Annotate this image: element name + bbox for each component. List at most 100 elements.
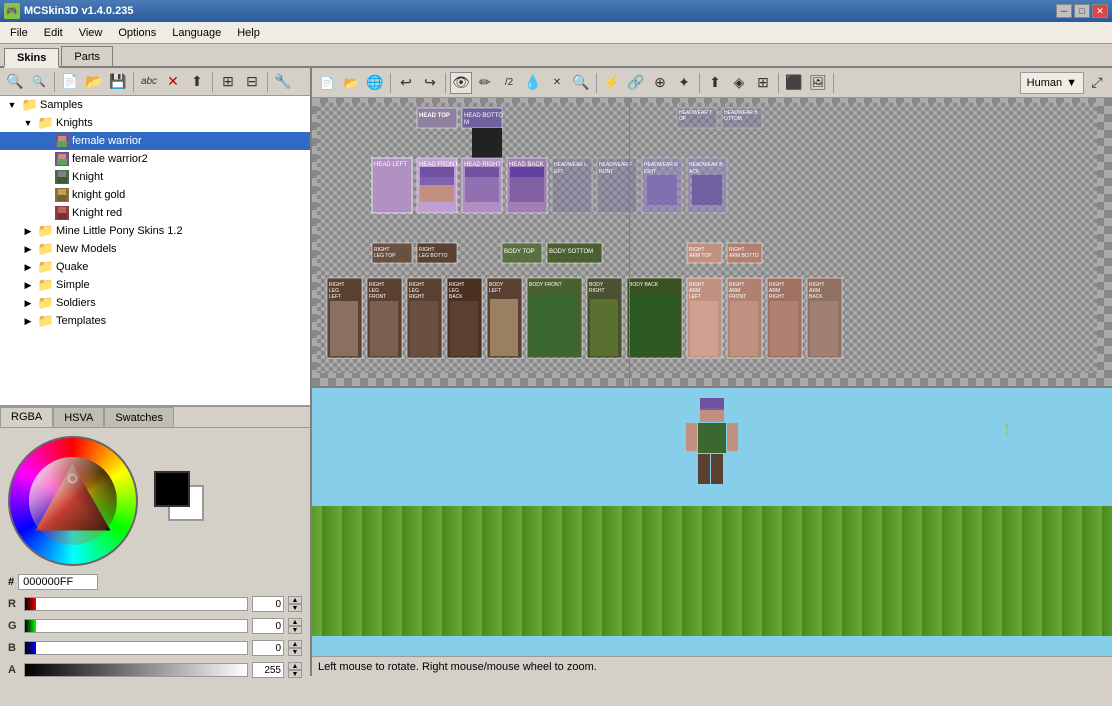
3d-viewport[interactable]: ↑ <box>312 388 1112 656</box>
svg-text:FRONT: FRONT <box>369 294 386 300</box>
svg-text:IGHT: IGHT <box>644 169 656 175</box>
tool-3[interactable]: ⊕ <box>649 72 671 94</box>
toolbar-separator-2 <box>133 72 134 92</box>
close-button[interactable]: ✕ <box>1092 4 1108 18</box>
tree-panel[interactable]: ▼ 📁 Samples ▼ 📁 Knights ▶ female warrior… <box>0 96 310 406</box>
expander-new-models[interactable]: ▶ <box>20 241 36 257</box>
tree-item-knights[interactable]: ▼ 📁 Knights <box>0 114 310 132</box>
grid-button[interactable]: ⊞ <box>217 71 239 93</box>
tab-skins[interactable]: Skins <box>4 48 59 68</box>
color-wheel[interactable] <box>8 436 138 566</box>
a-spinner[interactable]: ▲ ▼ <box>288 662 302 678</box>
r-slider-track[interactable] <box>24 597 248 611</box>
tool-9[interactable]: 🖼 <box>807 72 829 94</box>
tree-item-simple[interactable]: ▶ 📁 Simple <box>0 276 310 294</box>
tree-item-new-models[interactable]: ▶ 📁 New Models <box>0 240 310 258</box>
b-slider-track[interactable] <box>24 641 248 655</box>
menu-options[interactable]: Options <box>110 22 164 44</box>
tree-item-female-warrior[interactable]: ▶ female warrior <box>0 132 310 150</box>
fill-tool-button[interactable]: 🔍 <box>570 72 592 94</box>
pencil-tool-button[interactable]: ✏ <box>474 72 496 94</box>
tool-1[interactable]: ⚡ <box>601 72 623 94</box>
expander-samples[interactable]: ▼ <box>4 97 20 113</box>
eye-tool-button[interactable]: 👁 <box>450 72 472 94</box>
open-button[interactable]: 📂 <box>340 72 362 94</box>
maximize-button[interactable]: □ <box>1074 4 1090 18</box>
tree-item-knight[interactable]: ▶ Knight <box>0 168 310 186</box>
tool-5[interactable]: ⬆ <box>704 72 726 94</box>
settings-button[interactable]: 🔧 <box>272 71 294 93</box>
select-tool-button[interactable]: ✕ <box>546 72 568 94</box>
tool-7[interactable]: ⊞ <box>752 72 774 94</box>
tree-label-knights: Knights <box>56 117 93 129</box>
delete-button[interactable]: ✕ <box>162 71 184 93</box>
redo-button[interactable]: ↪ <box>419 72 441 94</box>
minimize-button[interactable]: ─ <box>1056 4 1072 18</box>
a-up-button[interactable]: ▲ <box>288 662 302 670</box>
expander-mine-little[interactable]: ▶ <box>20 223 36 239</box>
open-folder-button[interactable]: 📂 <box>83 71 105 93</box>
hex-input[interactable] <box>18 574 98 590</box>
skin-map-area[interactable]: HEAD TOP HEAD BOTTO M HEADWEAR T OP HEAD… <box>312 98 1112 388</box>
menu-view[interactable]: View <box>71 22 111 44</box>
tool-2[interactable]: 🔗 <box>625 72 647 94</box>
color-tab-rgba[interactable]: RGBA <box>0 407 53 427</box>
tree-item-templates[interactable]: ▶ 📁 Templates <box>0 312 310 330</box>
save-button[interactable]: 💾 <box>107 71 129 93</box>
zoom-out-button[interactable]: 🔍 <box>28 71 50 93</box>
tool-6[interactable]: ◈ <box>728 72 750 94</box>
expander-simple[interactable]: ▶ <box>20 277 36 293</box>
tool-4[interactable]: ✦ <box>673 72 695 94</box>
tree-item-knight-gold[interactable]: ▶ knight gold <box>0 186 310 204</box>
a-slider-track[interactable] <box>24 663 248 677</box>
color-tab-hsva[interactable]: HSVA <box>53 407 104 427</box>
foreground-color-swatch[interactable] <box>154 471 190 507</box>
r-up-button[interactable]: ▲ <box>288 596 302 604</box>
menu-file[interactable]: File <box>2 22 36 44</box>
new-skin-button[interactable]: 📄 <box>59 71 81 93</box>
a-down-button[interactable]: ▼ <box>288 670 302 678</box>
tree-item-female-warrior2[interactable]: ▶ female warrior2 <box>0 150 310 168</box>
g-down-button[interactable]: ▼ <box>288 626 302 634</box>
fullscreen-button[interactable]: ⤢ <box>1086 72 1108 94</box>
tree-item-knight-red[interactable]: ▶ Knight red <box>0 204 310 222</box>
tool-8[interactable]: ⬛ <box>783 72 805 94</box>
g-up-button[interactable]: ▲ <box>288 618 302 626</box>
g-spinner[interactable]: ▲ ▼ <box>288 618 302 634</box>
tree-item-soldiers[interactable]: ▶ 📁 Soldiers <box>0 294 310 312</box>
tree-item-quake[interactable]: ▶ 📁 Quake <box>0 258 310 276</box>
tab-parts[interactable]: Parts <box>61 46 113 66</box>
new-file-button[interactable]: 📄 <box>316 72 338 94</box>
tree-item-mine-little[interactable]: ▶ 📁 Mine Little Pony Skins 1.2 <box>0 222 310 240</box>
expander-templates[interactable]: ▶ <box>20 313 36 329</box>
import-button[interactable]: ⬆ <box>186 71 208 93</box>
b-up-button[interactable]: ▲ <box>288 640 302 648</box>
b-down-button[interactable]: ▼ <box>288 648 302 656</box>
toolbar-separator-4 <box>267 72 268 92</box>
svg-text:LEG TOP: LEG TOP <box>374 253 396 259</box>
fg-bg-colors[interactable] <box>154 471 214 531</box>
menu-help[interactable]: Help <box>229 22 268 44</box>
expander-quake[interactable]: ▶ <box>20 259 36 275</box>
g-slider-track[interactable] <box>24 619 248 633</box>
rename-button[interactable]: abc <box>138 71 160 93</box>
a-label: A <box>8 664 20 676</box>
color-tab-swatches[interactable]: Swatches <box>104 407 174 427</box>
zoom-in-button[interactable]: 🔍 <box>4 71 26 93</box>
b-spinner[interactable]: ▲ ▼ <box>288 640 302 656</box>
expander-soldiers[interactable]: ▶ <box>20 295 36 311</box>
eyedropper-tool-button[interactable]: 💧 <box>522 72 544 94</box>
menu-language[interactable]: Language <box>164 22 229 44</box>
r-spinner[interactable]: ▲ ▼ <box>288 596 302 612</box>
resize-handle[interactable] <box>624 98 630 386</box>
undo-button[interactable]: ↩ <box>395 72 417 94</box>
tabs-bar: Skins Parts <box>0 44 1112 68</box>
expander-knights[interactable]: ▼ <box>20 115 36 131</box>
grid2-button[interactable]: ⊟ <box>241 71 263 93</box>
r-down-button[interactable]: ▼ <box>288 604 302 612</box>
eraser-tool-button[interactable]: /2 <box>498 72 520 94</box>
model-selector[interactable]: Human ▼ <box>1020 72 1084 94</box>
tree-item-samples[interactable]: ▼ 📁 Samples <box>0 96 310 114</box>
globe-button[interactable]: 🌐 <box>364 72 386 94</box>
menu-edit[interactable]: Edit <box>36 22 71 44</box>
